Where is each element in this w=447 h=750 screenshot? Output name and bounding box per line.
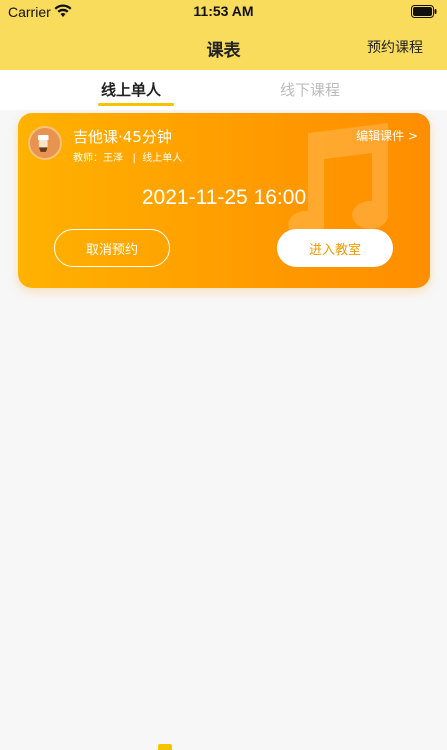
lesson-datetime: 2021-11-25 16:00	[141, 186, 307, 209]
teacher-info: 教师：王泽 | 线上单人	[73, 153, 183, 164]
clock: 11:53 AM	[193, 3, 254, 19]
status-bar: Carrier 11:53 AM	[0, 0, 447, 24]
avatar-icon	[37, 135, 49, 152]
course-name: 吉他课·45分钟	[73, 128, 172, 146]
teacher-avatar	[28, 126, 62, 160]
active-tab-indicator	[98, 103, 174, 106]
tab-indicator	[158, 744, 172, 750]
tab-offline-course[interactable]: 线下课程	[280, 79, 340, 100]
bottom-tab-bar	[0, 744, 447, 750]
lesson-card[interactable]: 吉他课·45分钟 教师：王泽 | 线上单人 编辑课件 > 2021-11-25 …	[18, 113, 430, 288]
tab-bar: 线上单人 线下课程	[0, 70, 447, 110]
enter-classroom-button[interactable]: 进入教室	[277, 229, 393, 267]
header-bar: Carrier 11:53 AM 课表 预约课程	[0, 0, 447, 70]
battery-icon	[411, 5, 437, 18]
book-course-button[interactable]: 预约课程	[367, 37, 423, 57]
cancel-booking-button[interactable]: 取消预约	[54, 229, 170, 267]
edit-courseware-link[interactable]: 编辑课件 >	[356, 127, 418, 144]
tab-online-single[interactable]: 线上单人	[101, 79, 161, 100]
